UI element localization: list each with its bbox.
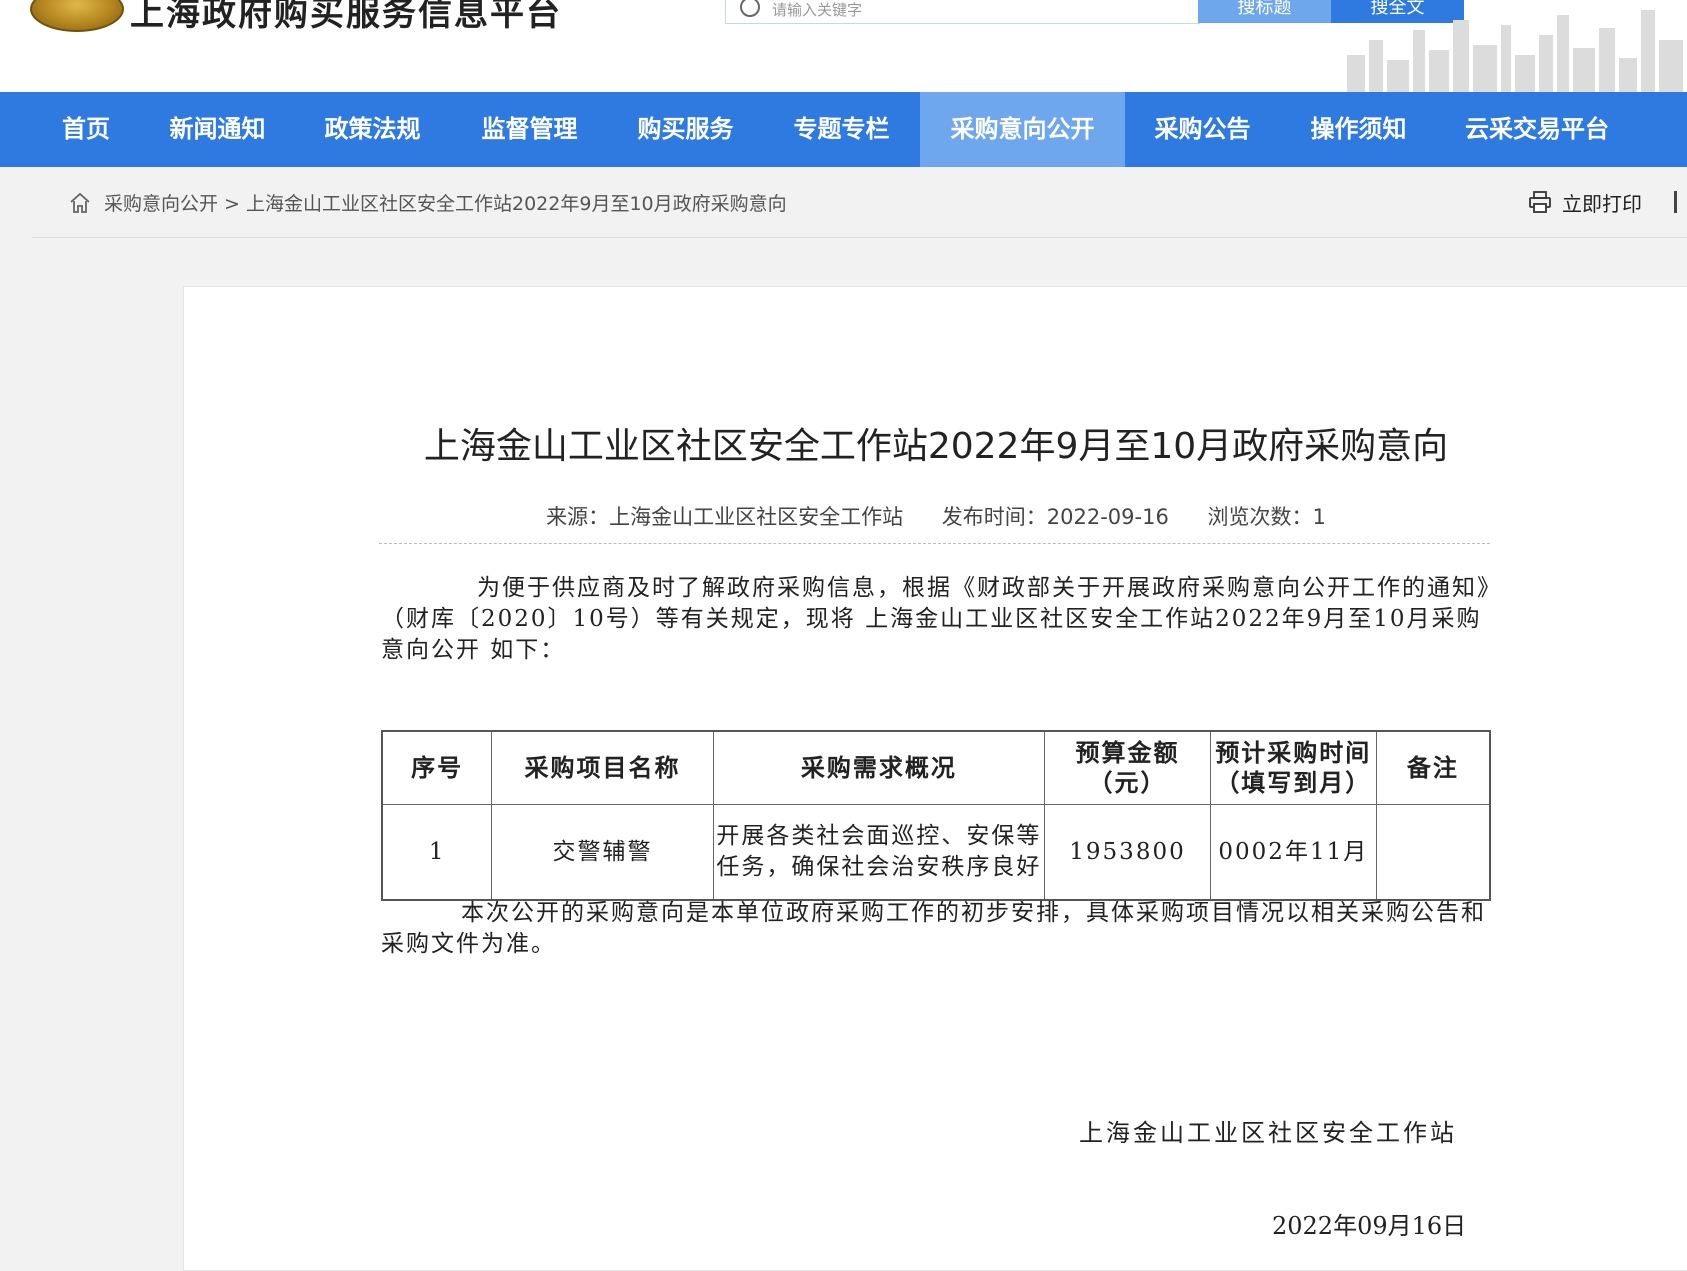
table-cell-budget: 1953800 <box>1044 804 1211 901</box>
breadcrumb[interactable]: 采购意向公开 > 上海金山工业区社区安全工作站2022年9月至10月政府采购意向 <box>104 189 787 216</box>
nav-item-news[interactable]: 新闻通知 <box>155 92 280 167</box>
signature-organization: 上海金山工业区社区安全工作站 <box>1079 1119 1457 1147</box>
article-title: 上海金山工业区社区安全工作站2022年9月至10月政府采购意向 <box>423 426 1449 467</box>
nav-item-supervision[interactable]: 监督管理 <box>467 92 592 167</box>
nav-item-cloud-trading[interactable]: 云采交易平台 <box>1452 92 1622 167</box>
table-cell-remark <box>1375 804 1491 901</box>
article-intro: 为便于供应商及时了解政府采购信息，根据《财政部关于开展政府采购意向公开工作的通知… <box>381 573 1491 666</box>
article-closing: 本次公开的采购意向是本单位政府采购工作的初步安排，具体采购项目情况以相关采购公告… <box>381 898 1491 960</box>
article-closing-text: 本次公开的采购意向是本单位政府采购工作的初步安排，具体采购项目情况以相关采购公告… <box>381 900 1486 957</box>
article-meta: 来源：上海金山工业区社区安全工作站 发布时间：2022-09-16 浏览次数：1 <box>184 501 1687 531</box>
table-header-cell: 序号 <box>381 730 493 805</box>
search-title-button[interactable]: 搜标题 <box>1198 0 1331 23</box>
table-header-cell: 备注 <box>1375 730 1491 805</box>
signature-date: 2022年09月16日 <box>1272 1212 1467 1240</box>
table-header-cell: 预计采购时间（填写到月） <box>1209 730 1377 805</box>
article-publish-date: 发布时间：2022-09-16 <box>941 505 1169 529</box>
procurement-table: 序号 采购项目名称 采购需求概况 预算金额（元） 预计采购时间（填写到月） 备注… <box>381 730 1491 901</box>
home-icon[interactable] <box>68 191 92 215</box>
article-panel: 上海金山工业区社区安全工作站2022年9月至10月政府采购意向 来源：上海金山工… <box>183 286 1687 1271</box>
site-title[interactable]: 上海政府购买服务信息平台 <box>130 0 562 35</box>
site-logo-emblem[interactable] <box>30 0 124 32</box>
skyline-decoration <box>1347 10 1683 92</box>
meta-divider <box>379 543 1490 544</box>
nav-item-procurement-notice[interactable]: 采购公告 <box>1140 92 1265 167</box>
article-view-count: 浏览次数：1 <box>1207 505 1326 529</box>
nav-item-policy[interactable]: 政策法规 <box>310 92 435 167</box>
table-cell-purchase-time: 0002年11月 <box>1209 804 1377 901</box>
site-header: 上海政府购买服务信息平台 请输入关键字 搜标题 搜全文 <box>0 0 1687 92</box>
article-intro-text: 为便于供应商及时了解政府采购信息，根据《财政部关于开展政府采购意向公开工作的通知… <box>381 575 1491 663</box>
breadcrumb-bar: 采购意向公开 > 上海金山工业区社区安全工作站2022年9月至10月政府采购意向… <box>32 167 1687 238</box>
table-row: 1 交警辅警 开展各类社会面巡控、安保等任务，确保社会治安秩序良好 195380… <box>381 804 1491 901</box>
search-icon <box>740 0 760 17</box>
nav-item-procurement-intent[interactable]: 采购意向公开 <box>920 92 1125 167</box>
print-button[interactable]: 立即打印 <box>1562 188 1642 217</box>
printer-icon[interactable] <box>1528 191 1552 213</box>
table-header-row: 序号 采购项目名称 采购需求概况 预算金额（元） 预计采购时间（填写到月） 备注 <box>381 730 1491 805</box>
table-header-cell: 采购需求概况 <box>712 730 1046 805</box>
nav-item-topics[interactable]: 专题专栏 <box>779 92 904 167</box>
table-cell-index: 1 <box>381 804 493 901</box>
nav-item-home[interactable]: 首页 <box>46 92 126 167</box>
nav-item-instructions[interactable]: 操作须知 <box>1296 92 1421 167</box>
search-placeholder: 请输入关键字 <box>772 1 863 19</box>
table-cell-requirement: 开展各类社会面巡控、安保等任务，确保社会治安秩序良好 <box>712 804 1046 901</box>
table-cell-project-name: 交警辅警 <box>491 804 714 901</box>
main-nav: 首页 新闻通知 政策法规 监督管理 购买服务 专题专栏 采购意向公开 采购公告 … <box>0 92 1687 167</box>
nav-item-purchase-service[interactable]: 购买服务 <box>623 92 748 167</box>
search-input[interactable]: 请输入关键字 <box>725 0 1200 24</box>
close-icon[interactable] <box>1674 191 1687 213</box>
article-source: 来源：上海金山工业区社区安全工作站 <box>546 505 904 529</box>
table-header-cell: 预算金额（元） <box>1044 730 1211 805</box>
table-header-cell: 采购项目名称 <box>491 730 714 805</box>
